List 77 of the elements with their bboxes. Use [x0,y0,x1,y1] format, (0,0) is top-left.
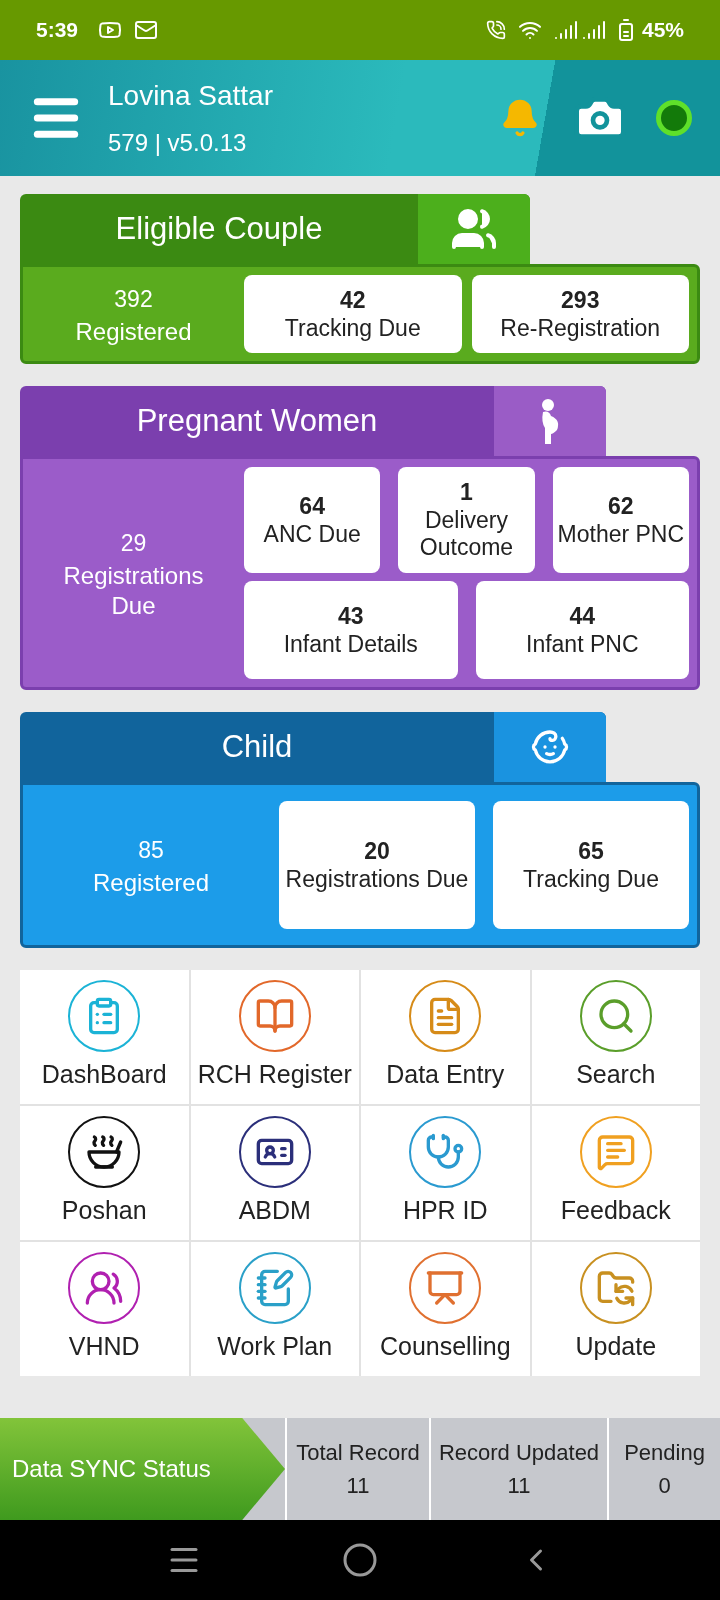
summary-label: Registered [91,868,211,899]
summary-count: 29 [120,528,147,558]
signal-icon [553,18,578,42]
tile-count: 20 [364,836,390,866]
search-icon [579,980,652,1053]
food-bowl-icon [68,1116,141,1189]
notebook-icon [238,1252,311,1325]
count-tile[interactable]: 293 Re-Registration [471,275,689,353]
section-title: Child [220,727,294,766]
tile-count: 293 [561,285,600,315]
section-title: Eligible Couple [114,209,324,248]
sync-status-banner: Data SYNC Status [0,1418,285,1520]
sync-stat-label: Total Record [296,1439,420,1467]
tile-label: Tracking Due [284,314,421,343]
tile-count: 43 [337,601,364,631]
sync-stat-value: 11 [507,1472,531,1500]
menu-tile[interactable]: DashBoard [20,970,189,1104]
status-indicator-icon [656,100,692,136]
sync-stat-label: Pending [624,1439,705,1467]
clipboard-icon [68,980,141,1053]
count-tile[interactable]: 44 Infant PNC [475,581,689,679]
folder-sync-icon [579,1252,652,1325]
tile-label: ANC Due [263,520,361,549]
menu-tile[interactable]: VHND [20,1242,189,1376]
user-name: Lovina Sattar [108,79,274,113]
menu-tile[interactable]: HPR ID [361,1106,530,1240]
tile-count: 44 [569,601,596,631]
tile-count: 65 [578,836,604,866]
summary-label: Registered [74,317,193,348]
tile-label: Delivery Outcome [418,506,515,562]
count-tile[interactable]: 65 Tracking Due [493,801,689,929]
sync-stat-value: 0 [658,1472,671,1500]
menu-tile[interactable]: Update [531,1242,700,1376]
tile-label: Re-Registration [500,314,661,343]
menu-tile[interactable]: Counselling [361,1242,530,1376]
count-tile[interactable]: 1 Delivery Outcome [398,467,535,573]
presentation-icon [409,1252,482,1325]
tile-label: Infant PNC [526,630,639,659]
count-tile[interactable]: 42 Tracking Due [244,275,462,353]
tile-label: Mother PNC [557,520,685,549]
tile-count: 42 [339,285,366,315]
call-icon [485,20,506,40]
menu-tile[interactable]: ABDM [190,1106,359,1240]
signal-icon [581,18,606,42]
section-title: Pregnant Women [135,401,379,440]
menu-tile[interactable]: Search [531,970,700,1104]
id-card-icon [238,1116,311,1189]
tile-label: Registrations Due [285,865,469,894]
menu-tile[interactable]: Work Plan [190,1242,359,1376]
tile-label: Tracking Due [523,865,659,894]
count-tile[interactable]: 64 ANC Due [244,467,381,573]
battery-level: 45% [641,17,684,44]
tile-count: 64 [299,491,325,521]
summary-label: Registrations Due [62,561,205,622]
message-icon [579,1116,652,1189]
count-tile[interactable]: 20 Registrations Due [279,801,475,929]
sync-stat-label: Record Updated [438,1439,600,1467]
tile-count: 62 [608,491,634,521]
menu-tile[interactable]: Poshan [20,1106,189,1240]
mail-icon [134,18,159,42]
user-id-version: 579 | v5.0.13 [108,128,248,158]
tile-count: 1 [460,478,473,507]
count-tile[interactable]: 62 Mother PNC [552,467,689,573]
menu-tile[interactable]: RCH Register [190,970,359,1104]
summary-count: 392 [114,284,153,314]
menu-tile[interactable]: Feedback [531,1106,700,1240]
document-icon [409,980,482,1053]
open-book-icon [238,980,311,1053]
summary-count: 85 [138,835,164,865]
group-icon [68,1252,141,1325]
count-tile[interactable]: 43 Infant Details [244,581,458,679]
sync-stat-value: 11 [346,1472,370,1500]
home-icon[interactable] [342,1542,378,1578]
menu-tile[interactable]: Data Entry [361,970,530,1104]
status-time: 5:39 [36,17,79,44]
stethoscope-icon [409,1116,482,1189]
tile-label: Infant Details [283,630,418,659]
